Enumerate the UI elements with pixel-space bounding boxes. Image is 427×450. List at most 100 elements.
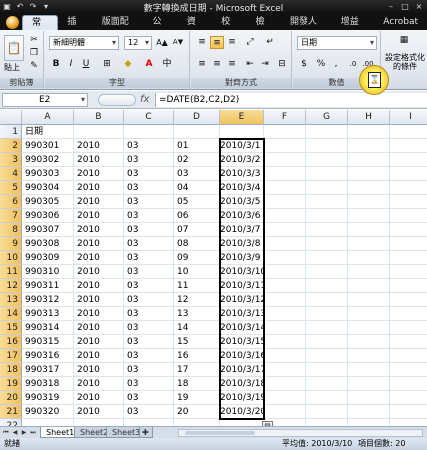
cell-f[interactable] bbox=[264, 307, 306, 321]
cell-c[interactable]: 03 bbox=[124, 321, 174, 335]
cell-f[interactable] bbox=[264, 265, 306, 279]
cell-a[interactable]: 990305 bbox=[22, 195, 74, 209]
format-painter-icon[interactable]: ✎ bbox=[27, 60, 41, 73]
cell-h[interactable] bbox=[348, 223, 390, 237]
cell-h[interactable] bbox=[348, 293, 390, 307]
tab-formulas[interactable]: 公式 bbox=[143, 15, 177, 42]
column-header-g[interactable]: G bbox=[306, 110, 348, 125]
cell-f[interactable] bbox=[264, 167, 306, 181]
cell-f[interactable] bbox=[264, 363, 306, 377]
increase-decimal-icon[interactable]: .0 bbox=[346, 58, 360, 71]
cell-h[interactable] bbox=[348, 237, 390, 251]
cell-d[interactable]: 03 bbox=[174, 167, 220, 181]
cell-f[interactable] bbox=[264, 405, 306, 419]
maximize-icon[interactable]: □ bbox=[399, 1, 411, 12]
cell-i[interactable] bbox=[390, 321, 427, 335]
column-header-i[interactable]: I bbox=[390, 110, 427, 125]
cell-c[interactable] bbox=[124, 125, 174, 139]
tab-addins[interactable]: 增益集 bbox=[332, 15, 375, 42]
cell-h[interactable] bbox=[348, 195, 390, 209]
decrease-indent-icon[interactable]: ⇤ bbox=[243, 58, 257, 71]
cell-a[interactable]: 990313 bbox=[22, 307, 74, 321]
cell-i[interactable] bbox=[390, 223, 427, 237]
cell-i[interactable] bbox=[390, 125, 427, 139]
align-middle-icon[interactable]: ≡ bbox=[210, 36, 224, 49]
cell-c[interactable]: 03 bbox=[124, 265, 174, 279]
cell-a[interactable]: 990302 bbox=[22, 153, 74, 167]
cell-d[interactable]: 18 bbox=[174, 377, 220, 391]
cell-g[interactable] bbox=[306, 363, 348, 377]
cell-a[interactable]: 日期 bbox=[22, 125, 74, 139]
cell-g[interactable] bbox=[306, 153, 348, 167]
cell-i[interactable] bbox=[390, 335, 427, 349]
cell-d[interactable]: 01 bbox=[174, 139, 220, 153]
cell-a[interactable]: 990320 bbox=[22, 405, 74, 419]
align-bottom-icon[interactable]: ≡ bbox=[225, 36, 239, 49]
cell-f[interactable] bbox=[264, 153, 306, 167]
row-header[interactable]: 3 bbox=[0, 153, 22, 167]
cell-c[interactable]: 03 bbox=[124, 195, 174, 209]
cell-h[interactable] bbox=[348, 307, 390, 321]
cell-h[interactable] bbox=[348, 279, 390, 293]
cell-i[interactable] bbox=[390, 307, 427, 321]
select-all-corner[interactable] bbox=[0, 110, 22, 125]
cell-i[interactable] bbox=[390, 195, 427, 209]
align-right-icon[interactable]: ≡ bbox=[225, 58, 239, 71]
cell-i[interactable] bbox=[390, 153, 427, 167]
italic-button[interactable]: I bbox=[64, 58, 78, 71]
cell-c[interactable]: 03 bbox=[124, 153, 174, 167]
cell-a[interactable]: 990306 bbox=[22, 209, 74, 223]
cell-b[interactable]: 2010 bbox=[74, 279, 124, 293]
cell-g[interactable] bbox=[306, 181, 348, 195]
cell-c[interactable]: 03 bbox=[124, 209, 174, 223]
cell-c[interactable]: 03 bbox=[124, 307, 174, 321]
wrap-text-icon[interactable]: ↵ bbox=[263, 36, 277, 49]
cell-b[interactable]: 2010 bbox=[74, 349, 124, 363]
insert-function-icon[interactable]: fx bbox=[140, 93, 149, 107]
cell-f[interactable] bbox=[264, 377, 306, 391]
cell-d[interactable]: 12 bbox=[174, 293, 220, 307]
tab-view[interactable]: 檢視 bbox=[247, 15, 281, 42]
cell-h[interactable] bbox=[348, 265, 390, 279]
bold-button[interactable]: B bbox=[49, 58, 63, 71]
cell-d[interactable]: 08 bbox=[174, 237, 220, 251]
row-header[interactable]: 19 bbox=[0, 377, 22, 391]
row-header[interactable]: 10 bbox=[0, 251, 22, 265]
row-header[interactable]: 6 bbox=[0, 195, 22, 209]
next-sheet-icon[interactable]: ▶ bbox=[20, 428, 28, 437]
cell-g[interactable] bbox=[306, 377, 348, 391]
cell-d[interactable]: 17 bbox=[174, 363, 220, 377]
cell-d[interactable] bbox=[174, 125, 220, 139]
cell-i[interactable] bbox=[390, 293, 427, 307]
align-left-icon[interactable]: ≡ bbox=[195, 58, 209, 71]
cell-a[interactable]: 990316 bbox=[22, 349, 74, 363]
cell-i[interactable] bbox=[390, 139, 427, 153]
cell-b[interactable]: 2010 bbox=[74, 209, 124, 223]
number-format-dialog-launcher-icon[interactable]: ⌛ bbox=[368, 72, 381, 88]
cell-g[interactable] bbox=[306, 391, 348, 405]
row-header[interactable]: 9 bbox=[0, 237, 22, 251]
cell-a[interactable]: 990310 bbox=[22, 265, 74, 279]
cell-g[interactable] bbox=[306, 293, 348, 307]
row-header[interactable]: 11 bbox=[0, 265, 22, 279]
insert-sheet-icon[interactable]: ✚ bbox=[139, 427, 153, 438]
conditional-format-label[interactable]: 設定格式化的條件 bbox=[384, 53, 426, 71]
row-header[interactable]: 2 bbox=[0, 139, 22, 153]
cell-b[interactable]: 2010 bbox=[74, 167, 124, 181]
prev-sheet-icon[interactable]: ◀ bbox=[11, 428, 19, 437]
row-header[interactable]: 15 bbox=[0, 321, 22, 335]
cell-i[interactable] bbox=[390, 279, 427, 293]
cell-h[interactable] bbox=[348, 321, 390, 335]
row-header[interactable]: 7 bbox=[0, 209, 22, 223]
cell-i[interactable] bbox=[390, 237, 427, 251]
cell-h[interactable] bbox=[348, 335, 390, 349]
cell-d[interactable]: 19 bbox=[174, 391, 220, 405]
font-color-icon[interactable]: A bbox=[142, 58, 156, 71]
row-header[interactable]: 14 bbox=[0, 307, 22, 321]
cell-g[interactable] bbox=[306, 251, 348, 265]
cell-a[interactable]: 990307 bbox=[22, 223, 74, 237]
cell-f[interactable] bbox=[264, 125, 306, 139]
cell-a[interactable]: 990312 bbox=[22, 293, 74, 307]
cell-g[interactable] bbox=[306, 265, 348, 279]
cell-d[interactable]: 16 bbox=[174, 349, 220, 363]
